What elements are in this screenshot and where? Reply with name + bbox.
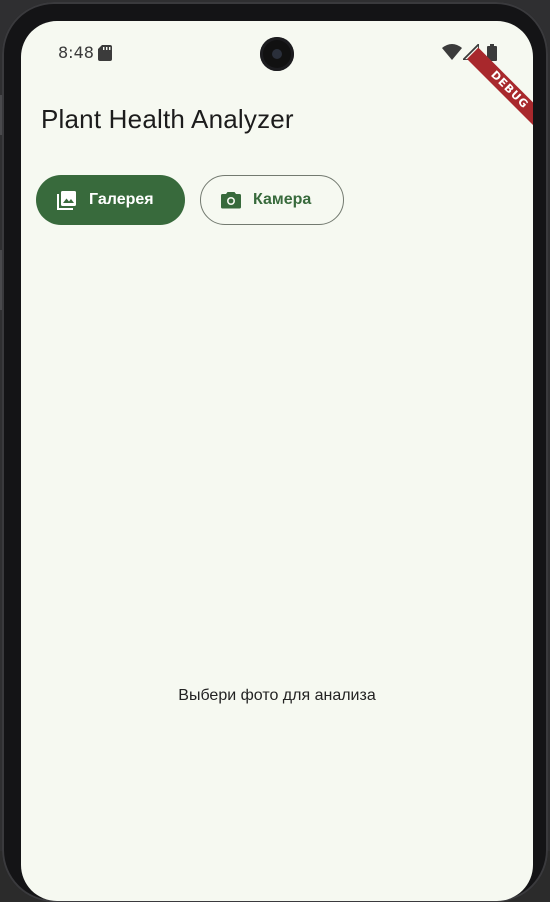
device-frame: 8:48 Plant Health Analyzer Галерея Камер… bbox=[0, 0, 550, 902]
camera-button-label: Камера bbox=[253, 191, 312, 208]
app-screen: 8:48 Plant Health Analyzer Галерея Камер… bbox=[21, 21, 533, 901]
gallery-button[interactable]: Галерея bbox=[36, 175, 185, 225]
status-bar: 8:48 bbox=[21, 21, 533, 83]
page-title: Plant Health Analyzer bbox=[41, 104, 294, 134]
image-gallery-icon bbox=[57, 190, 77, 210]
gallery-button-label: Галерея bbox=[89, 191, 154, 208]
camera-button[interactable]: Камера bbox=[200, 175, 344, 225]
sd-card-icon bbox=[98, 45, 112, 61]
front-camera bbox=[260, 37, 294, 71]
status-time: 8:48 bbox=[58, 43, 94, 62]
wifi-icon bbox=[442, 44, 462, 60]
camera-icon bbox=[221, 190, 241, 210]
empty-state-message: Выбери фото для анализа bbox=[178, 687, 376, 704]
